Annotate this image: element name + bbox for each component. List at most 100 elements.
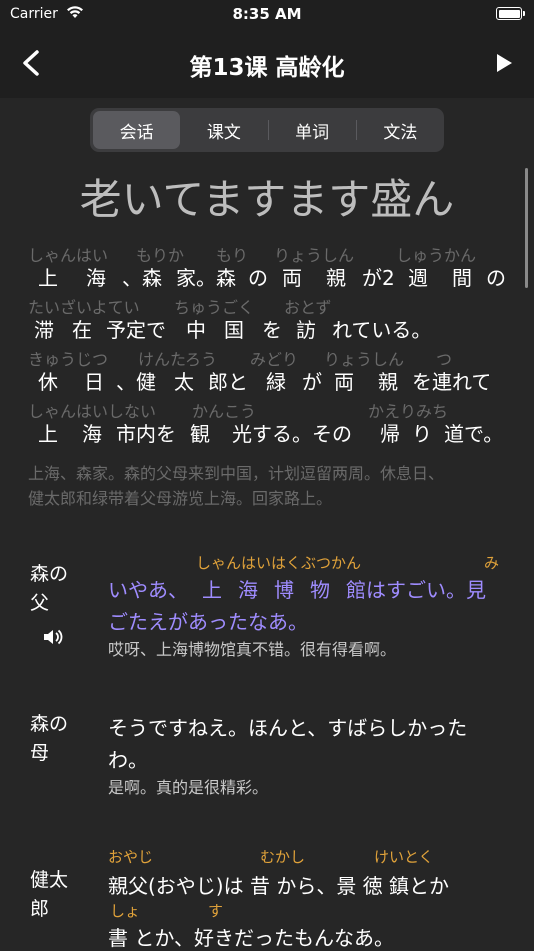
status-bar: Carrier 8:35 AM <box>0 0 534 28</box>
speaker-name: 森の 母 <box>30 710 80 768</box>
dialogue-line: わ。 <box>108 748 148 772</box>
tab-vocabulary[interactable]: 单词 <box>269 111 356 149</box>
passage-word: 日 <box>84 370 104 394</box>
furigana: むかし <box>260 848 306 866</box>
furigana: す <box>208 902 224 920</box>
nav-bar: 第13课 高龄化 <box>0 28 534 98</box>
dialogue-line: そうですねえ。ほんと、すばらしかった <box>108 716 468 740</box>
speaker-name: 森の 父 <box>30 560 80 618</box>
speaker-name: 健太 郎 <box>30 866 80 924</box>
passage-word: 、健 <box>116 370 156 394</box>
page-title: 第13课 高龄化 <box>189 55 345 81</box>
passage-word: 休 <box>38 370 58 394</box>
furigana: しょ <box>110 902 141 920</box>
dialogue-word: 上 <box>202 578 222 602</box>
tab-label: 课文 <box>206 122 241 143</box>
furigana: けいとく <box>374 848 434 866</box>
passage-word: 道で。 <box>444 422 504 446</box>
lesson-heading: 老いてますます盛ん <box>79 175 455 224</box>
passage-word: 海 <box>86 266 106 290</box>
passage-word: 太 <box>174 370 194 394</box>
play-icon[interactable] <box>494 52 514 74</box>
dialogue-translation: 是啊。真的是很精彩。 <box>108 778 269 797</box>
dialogue-line: いやあ、上海博物館はすごい。見 <box>108 574 486 603</box>
furigana-row: しゃんはいしない かんこう かえりみち <box>28 396 518 421</box>
battery-icon <box>496 7 525 20</box>
passage-word: 光する。その <box>232 422 352 446</box>
passage-word: れている。 <box>332 318 432 342</box>
passage-word: 両 <box>282 266 302 290</box>
translation-line: 上海、森家。森的父母来到中国，计划逗留两周。休息日、 <box>28 464 445 483</box>
passage-word: の <box>248 266 268 290</box>
dialogue-word: はすごい。見 <box>366 578 486 602</box>
passage-word: 観 <box>190 422 210 446</box>
dialogue-word: 館 <box>346 578 366 602</box>
intro-translation: 上海、森家。森的父母来到中国，计划逗留两周。休息日、 健太郎和绿带着父母游览上海… <box>28 461 518 511</box>
tab-conversation[interactable]: 会话 <box>93 111 181 149</box>
dialogue-line: ごたえがあったなあ。 <box>108 610 308 634</box>
dialogue-translation: 哎呀、上海博物馆真不错。很有得看啊。 <box>108 640 397 659</box>
furigana-row: きゅうじつ けんたろう みどり りょうしん つ <box>28 344 518 369</box>
passage-line: 休 日 、健 太 郎と 緑 が 両 親 を連れて <box>28 366 518 396</box>
passage-word: 親 <box>326 266 346 290</box>
passage-word: を連れて <box>412 370 492 394</box>
battery-fill <box>498 9 520 18</box>
passage-word: 両 <box>334 370 354 394</box>
speaker-line: 森の <box>30 713 69 735</box>
passage-word: の <box>486 266 506 290</box>
passage-line: 上 海 、森 家。森 の 両 親 が2 週 間 の <box>28 262 518 292</box>
passage-word: 親 <box>378 370 398 394</box>
status-time: 8:35 AM <box>232 5 302 23</box>
passage-word: 郎と <box>208 370 248 394</box>
tab-grammar[interactable]: 文法 <box>357 111 444 149</box>
dialogue-word: 海 <box>238 578 258 602</box>
speaker-line: 健太 <box>30 869 69 891</box>
passage-line: 上 海 市内を 観 光する。その 帰 り 道で。 <box>28 418 518 448</box>
speaker-line: 母 <box>30 742 50 764</box>
furigana-row: たいざいよてい ちゅうごく おとず <box>28 292 518 317</box>
passage-word: 、森 <box>122 266 162 290</box>
passage-word: 間 <box>452 266 472 290</box>
dialogue-line: 書 とか、好きだったもんなあ。 <box>108 926 394 950</box>
passage-word: を <box>262 318 282 342</box>
dialogue-word: 博 <box>274 578 294 602</box>
passage-word: 在 <box>72 318 92 342</box>
passage-word: が <box>302 370 322 394</box>
passage-word: 市内を <box>116 422 176 446</box>
passage-word: 上 <box>38 266 58 290</box>
furigana: しゃんはいはくぶつかん <box>196 554 362 572</box>
speaker-line: 森の <box>30 563 69 585</box>
passage-word: 滞 <box>34 318 54 342</box>
speaker-line: 郎 <box>30 898 50 920</box>
tab-label: 会话 <box>119 122 154 143</box>
passage-word: 緑 <box>266 370 286 394</box>
dialogue-word: 物 <box>310 578 330 602</box>
dialogue-item[interactable]: 森の 父 しゃんはいはくぶつかん み いやあ、上海博物館はすごい。見 ごたえがあ… <box>0 548 534 668</box>
passage-word: 国 <box>224 318 244 342</box>
passage-word: 海 <box>82 422 102 446</box>
speaker-line: 父 <box>30 592 50 614</box>
speaker-icon[interactable] <box>42 628 64 646</box>
translation-line: 健太郎和绿带着父母游览上海。回家路上。 <box>28 489 333 508</box>
passage-word: 週 <box>408 266 428 290</box>
passage-word: 中 <box>186 318 206 342</box>
passage-word: 帰 <box>380 422 400 446</box>
dialogue-word: いやあ、 <box>108 578 188 602</box>
passage-word: 予定で <box>106 318 166 342</box>
passage-word: 上 <box>38 422 58 446</box>
furigana-row: しゃんはい もりか もり りょうしん しゅうかん <box>28 240 518 265</box>
dialogue-line: 親父(おやじ)は 昔 から、景 徳 鎮とか <box>108 874 450 898</box>
segmented-tabs: 会话 课文 单词 文法 <box>90 108 444 152</box>
passage-word: 訪 <box>296 318 316 342</box>
dialogue-item[interactable]: 健太 郎 おやじ むかし けいとく 親父(おやじ)は 昔 から、景 徳 鎮とか … <box>0 842 534 950</box>
furigana: おやじ <box>108 848 154 866</box>
passage-word: 家。森 <box>176 266 236 290</box>
intro-passage: しゃんはい もりか もり りょうしん しゅうかん 上 海 、森 家。森 の 両 … <box>28 240 518 448</box>
passage-line: 滞 在 予定で 中 国 を 訪 れている。 <box>28 314 518 344</box>
passage-word: り <box>412 422 432 446</box>
tab-text[interactable]: 课文 <box>180 111 267 149</box>
dialogue-item[interactable]: 森の 母 そうですねえ。ほんと、すばらしかった わ。 是啊。真的是很精彩。 <box>0 706 534 806</box>
passage-word: が2 <box>362 266 395 290</box>
furigana: み <box>484 554 500 572</box>
tab-label: 单词 <box>295 122 330 143</box>
